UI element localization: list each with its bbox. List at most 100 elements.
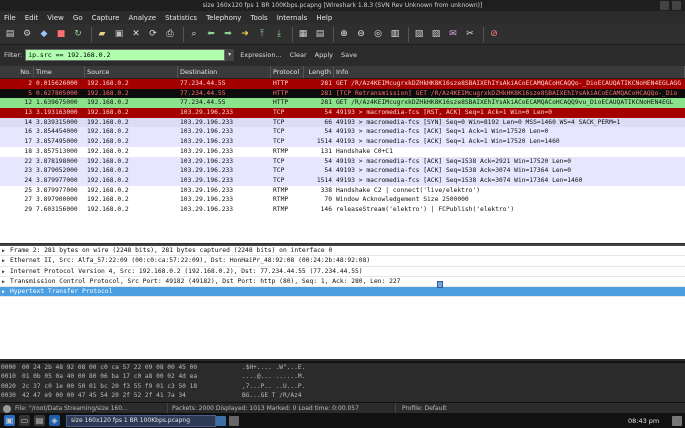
expand-arrow-icon[interactable]: ▶ [2,267,5,277]
detail-tree-row[interactable]: ▶ Frame 2: 281 bytes on wire (2248 bits),… [0,246,685,257]
chevron-down-icon[interactable]: ▾ [225,48,235,61]
packet-row[interactable]: 5 0.627805000 192.168.0.2 77.234.44.55 HTTP 2… [0,88,685,99]
hex-bytes[interactable]: 42 47 e9 00 00 47 45 54 20 2f 52 2f 41 7… [22,391,242,400]
coloring-rules-icon[interactable]: ✉ [446,27,460,41]
hex-bytes[interactable]: 01 0b 05 0a 40 00 80 06 ba 17 c0 a8 00 0… [22,372,242,381]
packet-row[interactable]: 16 3.854454000 192.168.0.2 103.29.196.233 TC… [0,127,685,138]
packet-row[interactable]: 13 3.193163000 192.168.0.2 103.29.196.233 TC… [0,108,685,118]
column-header-time[interactable]: Time [34,66,85,78]
column-header-source[interactable]: Source [85,66,178,78]
hex-offset[interactable]: 0020 [0,382,22,391]
file-manager-icon[interactable]: ▤ [34,415,45,426]
expert-info-icon[interactable] [3,404,11,413]
start-menu-icon[interactable]: ▣ [4,415,15,426]
menu-statistics[interactable]: Statistics [165,14,197,22]
packet-row[interactable]: 18 3.857513000 192.168.0.2 103.29.196.233 RT… [0,146,685,157]
expand-arrow-icon[interactable]: ▶ [2,287,5,297]
hex-bytes[interactable]: 00 24 2b 48 92 08 00 c0 ca 57 22 09 08 0… [22,363,242,372]
volume-tray-icon[interactable] [229,415,239,426]
auto-scroll-icon[interactable]: ▤ [313,27,327,41]
packet-source: 192.168.0.2 [87,99,129,107]
column-header-protocol[interactable]: Protocol [271,66,304,78]
go-to-packet-icon[interactable]: ➜ [238,27,252,41]
colorize-icon[interactable]: ▦ [296,27,310,41]
hex-ascii[interactable]: ,7...P.. ..U...P. [242,382,322,391]
print-icon[interactable]: ⎙ [163,27,177,41]
go-back-icon[interactable]: ⬅ [204,27,218,41]
last-packet-icon[interactable]: ⤓ [272,27,286,41]
menu-internals[interactable]: Internals [277,14,308,22]
wireshark-taskbar-icon[interactable]: ◈ [49,415,60,426]
packet-row[interactable]: 17 3.857495000 192.168.0.2 103.29.196.233 TC… [0,137,685,147]
restart-capture-icon[interactable]: ↻ [71,27,85,41]
start-capture-icon[interactable]: ◆ [37,27,51,41]
preferences-icon[interactable]: ✂ [463,27,477,41]
hex-bytes[interactable]: 2c 37 c0 1e 00 50 01 bc 20 f3 55 f9 01 c… [22,382,242,391]
hex-offset[interactable]: 0030 [0,391,22,400]
network-tray-icon[interactable] [216,415,226,426]
packet-row[interactable]: 23 3.879052000 192.168.0.2 103.29.196.233 TC… [0,166,685,176]
apply-button[interactable]: Apply [315,51,333,59]
reload-icon[interactable]: ⟳ [146,27,160,41]
display-filter-input[interactable]: ip.src == 192.168.0.2 [25,48,226,61]
resize-columns-icon[interactable]: ▥ [388,27,402,41]
capture-options-icon[interactable]: ⚙ [20,27,34,41]
packet-row[interactable]: 14 3.839315000 192.168.0.2 103.29.196.233 TC… [0,117,685,128]
show-desktop-icon[interactable] [672,415,682,426]
help-icon[interactable]: ⊘ [487,27,501,41]
first-packet-icon[interactable]: ⤒ [255,27,269,41]
packet-row[interactable]: 12 1.639675000 192.168.0.2 77.234.44.55 HTTP… [0,98,685,109]
open-file-icon[interactable]: ▰ [95,27,109,41]
packet-row[interactable]: 2 0.015626000 192.168.0.2 77.234.44.55 HTTP 2… [0,79,685,89]
column-header-info[interactable]: Info [334,66,685,78]
taskbar-window-wireshark[interactable]: size 160x120 fps 1 BR 100Kbps.pcapng [66,414,216,427]
detail-tree-row[interactable]: ▶ Ethernet II, Src: Alfa_57:22:09 (00:c0:… [0,256,685,267]
menu-capture[interactable]: Capture [92,14,120,22]
expand-arrow-icon[interactable]: ▶ [2,256,5,266]
packet-row[interactable]: 24 3.879977000 192.168.0.2 103.29.196.233 TC… [0,175,685,186]
packet-row[interactable]: 29 7.603156000 192.168.0.2 103.29.196.233 RT… [0,204,685,215]
terminal-icon[interactable]: ▭ [19,415,30,426]
zoom-in-icon[interactable]: ⊕ [337,27,351,41]
clear-button[interactable]: Clear [290,51,307,59]
expand-arrow-icon[interactable]: ▶ [2,246,5,256]
hex-ascii[interactable]: ....@... ......M. [242,372,322,381]
hex-ascii[interactable]: BG...GE T /R/Az4 [242,391,322,400]
status-profile[interactable]: Profile: Default [395,403,447,413]
column-header-length[interactable]: Length [304,66,334,78]
zoom-out-icon[interactable]: ⊖ [354,27,368,41]
stop-capture-icon[interactable]: ■ [54,27,68,41]
detail-tree-row[interactable]: ▶ Hypertext Transfer Protocol [0,287,685,298]
menu-go[interactable]: Go [73,14,83,22]
packet-row[interactable]: 27 3.897900000 192.168.0.2 103.29.196.233 RT… [0,195,685,205]
menu-tools[interactable]: Tools [250,14,267,22]
capture-filters-icon[interactable]: ▧ [412,27,426,41]
minimize-button[interactable] [660,1,669,10]
menu-edit[interactable]: Edit [25,14,39,22]
go-forward-icon[interactable]: ➡ [221,27,235,41]
column-header-no[interactable]: No. [0,66,34,78]
expression-button[interactable]: Expression... [240,51,281,59]
display-filters-icon[interactable]: ▨ [429,27,443,41]
close-window-button[interactable] [672,1,681,10]
find-packet-icon[interactable]: ⌕ [187,27,201,41]
detail-tree-row[interactable]: ▶ Transmission Control Protocol, Src Port… [0,277,685,288]
normal-size-icon[interactable]: ◎ [371,27,385,41]
save-file-icon[interactable]: ▣ [112,27,126,41]
interface-list-icon[interactable]: ▤ [3,27,17,41]
close-file-icon[interactable]: ✕ [129,27,143,41]
menu-view[interactable]: View [47,14,64,22]
packet-row[interactable]: 22 3.878198000 192.168.0.2 103.29.196.233 TC… [0,156,685,167]
hex-offset[interactable]: 0000 [0,363,22,372]
detail-tree-row[interactable]: ▶ Internet Protocol Version 4, Src: 192.1… [0,267,685,277]
packet-row[interactable]: 25 3.879977000 192.168.0.2 103.29.196.233 RT… [0,185,685,196]
menu-telephony[interactable]: Telephony [206,14,241,22]
save-button[interactable]: Save [341,51,357,59]
hex-offset[interactable]: 0010 [0,372,22,381]
column-header-destination[interactable]: Destination [178,66,271,78]
hex-ascii[interactable]: .$H+.... .W"...E. [242,363,322,372]
menu-file[interactable]: File [4,14,16,22]
menu-help[interactable]: Help [316,14,332,22]
expand-arrow-icon[interactable]: ▶ [2,277,5,287]
menu-analyze[interactable]: Analyze [128,14,156,22]
